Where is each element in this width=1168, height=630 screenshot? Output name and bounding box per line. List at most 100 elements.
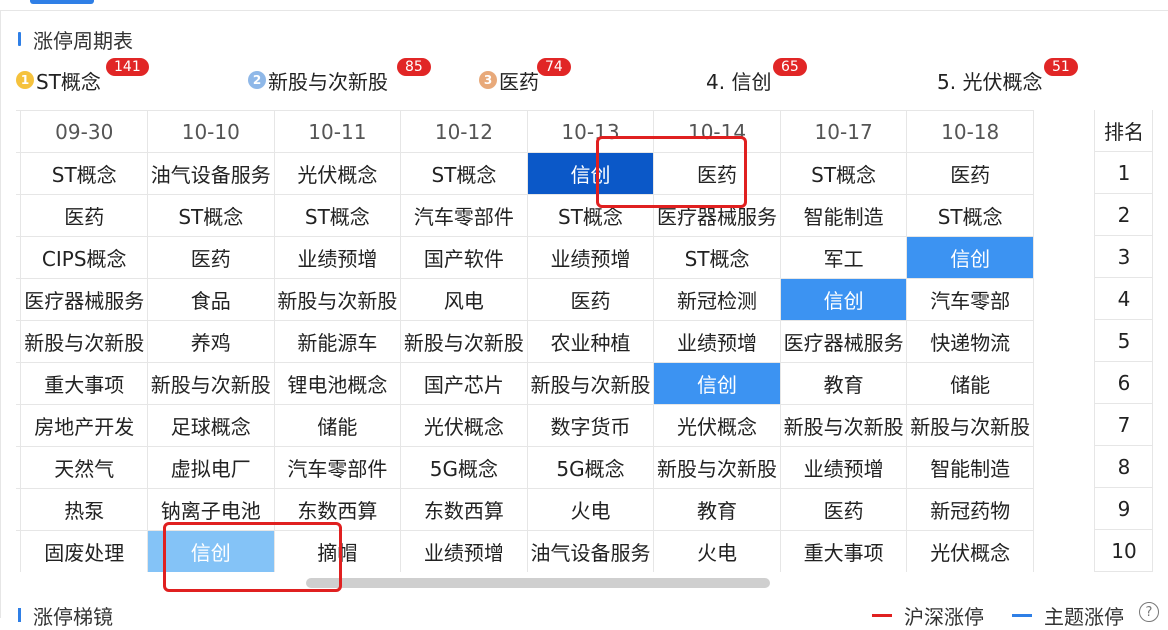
theme-cell[interactable]: 汽车零部件 [400, 194, 528, 237]
theme-cell[interactable]: 新冠药物 [906, 488, 1034, 531]
rank-number: 8 [1095, 446, 1153, 488]
theme-cell[interactable]: 医药 [906, 152, 1034, 195]
theme-cell[interactable]: 火电 [526, 488, 655, 531]
theme-cell[interactable]: ST概念 [147, 194, 275, 237]
theme-cell[interactable]: 油气设备服务 [526, 530, 655, 572]
topic-label: 新股与次新股 [268, 69, 388, 94]
topic-label: 4. 信创 [706, 69, 772, 94]
theme-cell[interactable]: 东数西算 [400, 488, 528, 531]
theme-cell[interactable]: 足球概念 [147, 404, 275, 447]
theme-cell[interactable]: 火电 [653, 530, 781, 572]
theme-cell[interactable]: 业绩预增 [526, 236, 655, 279]
theme-cell[interactable]: 医疗器械服务 [779, 320, 908, 363]
theme-cell[interactable]: 重大事项 [20, 362, 149, 405]
theme-cell[interactable]: 储能 [273, 404, 402, 447]
theme-cell[interactable]: 食品 [147, 278, 275, 321]
theme-cell[interactable]: 锂电池概念 [273, 362, 402, 405]
legend-item[interactable]: 主题涨停 [1012, 600, 1124, 630]
theme-cell[interactable]: 业绩预增 [400, 530, 528, 572]
theme-cell[interactable]: 养鸡 [147, 320, 275, 363]
rank-medal-icon: 1 [16, 71, 34, 89]
help-icon[interactable]: ? [1139, 602, 1159, 622]
cycle-table-viewport[interactable]: 09-30 10-10 10-11 10-12 10-13 10-14 10-17 10-18… [16, 110, 1094, 572]
rank-number: 2 [1095, 194, 1153, 236]
theme-cell[interactable]: 风电 [400, 278, 528, 321]
theme-cell[interactable]: 光伏概念 [400, 404, 528, 447]
theme-cell[interactable]: ST概念 [779, 152, 908, 195]
annotation-highlight-box [163, 522, 342, 592]
theme-cell[interactable]: 光伏概念 [653, 404, 781, 447]
topic-item[interactable]: 2 新股与次新股 [248, 62, 388, 98]
theme-cell[interactable]: 教育 [779, 362, 908, 405]
date-header-cell: 10-18 [906, 110, 1034, 153]
theme-cell[interactable]: 重大事项 [779, 530, 908, 572]
theme-cell[interactable]: 医药 [147, 236, 275, 279]
rank-number: 6 [1095, 362, 1153, 404]
theme-cell[interactable]: 新能源车 [273, 320, 402, 363]
table-row: 件天然气虚拟电厂汽车零部件5G概念5G概念新股与次新股业绩预增智能制造 [16, 446, 1034, 489]
topic-item[interactable]: 4. 信创 [706, 62, 771, 98]
theme-cell[interactable]: 医药 [20, 194, 149, 237]
topic-item[interactable]: 5. 光伏概念 [937, 62, 1042, 98]
theme-cell[interactable]: 智能制造 [906, 446, 1034, 489]
theme-cell[interactable]: CIPS概念 [20, 236, 149, 279]
theme-cell[interactable]: 国产芯片 [400, 362, 528, 405]
theme-cell[interactable]: ST概念 [20, 152, 149, 195]
theme-cell[interactable]: 新股与次新股 [906, 404, 1034, 447]
rank-number: 3 [1095, 236, 1153, 278]
panel-border [0, 10, 1, 618]
theme-cell[interactable]: ST概念 [906, 194, 1034, 237]
theme-cell[interactable]: 房地产开发 [20, 404, 149, 447]
theme-cell[interactable]: 新股与次新股 [526, 362, 655, 405]
theme-cell[interactable]: 热泵 [20, 488, 149, 531]
theme-cell[interactable]: 医药 [526, 278, 655, 321]
theme-cell[interactable]: 新股与次新股 [273, 278, 402, 321]
theme-cell[interactable]: 军工 [779, 236, 908, 279]
theme-cell[interactable]: 教育 [653, 488, 781, 531]
theme-cell[interactable]: 固废处理 [20, 530, 149, 572]
legend-item[interactable]: 沪深涨停 [872, 600, 984, 630]
topic-count-badge: 85 [397, 58, 431, 76]
theme-cell[interactable]: 信创 [779, 278, 908, 321]
theme-cell[interactable]: 医药 [779, 488, 908, 531]
theme-cell[interactable]: 信创 [906, 236, 1034, 279]
theme-cell[interactable]: 5G概念 [400, 446, 528, 489]
theme-cell[interactable]: 虚拟电厂 [147, 446, 275, 489]
theme-cell[interactable]: 光伏概念 [273, 152, 402, 195]
theme-cell[interactable]: 业绩预增 [653, 320, 781, 363]
date-header-cell: 10-17 [779, 110, 908, 153]
theme-cell[interactable]: ST概念 [400, 152, 528, 195]
theme-cell[interactable]: 医疗器械服务 [20, 278, 149, 321]
theme-cell[interactable]: ST概念 [273, 194, 402, 237]
theme-cell[interactable]: 新股与次新股 [20, 320, 149, 363]
scrollbar-thumb[interactable] [306, 578, 770, 588]
theme-cell[interactable]: 信创 [653, 362, 781, 405]
theme-cell[interactable]: 新冠检测 [653, 278, 781, 321]
theme-cell[interactable]: 汽车零部 [906, 278, 1034, 321]
topic-item[interactable]: 1 ST概念 [16, 62, 101, 98]
theme-cell[interactable]: 农业种植 [526, 320, 655, 363]
theme-cell[interactable]: 汽车零部件 [273, 446, 402, 489]
date-header-cell: 09-30 [20, 110, 149, 153]
theme-cell[interactable]: 新股与次新股 [147, 362, 275, 405]
theme-cell[interactable]: 5G概念 [526, 446, 655, 489]
theme-cell[interactable]: 国产软件 [400, 236, 528, 279]
theme-cell[interactable]: 业绩预增 [779, 446, 908, 489]
theme-cell[interactable]: 油气设备服务 [147, 152, 275, 195]
theme-cell[interactable]: 储能 [906, 362, 1034, 405]
theme-cell[interactable]: 新股与次新股 [400, 320, 528, 363]
theme-cell[interactable]: 天然气 [20, 446, 149, 489]
theme-cell[interactable]: 光伏概念 [906, 530, 1034, 572]
theme-cell[interactable]: 新股与次新股 [653, 446, 781, 489]
theme-cell[interactable]: ST概念 [653, 236, 781, 279]
theme-cell[interactable]: 业绩预增 [273, 236, 402, 279]
theme-cell[interactable]: 数字货币 [526, 404, 655, 447]
top-tab-button[interactable] [30, 0, 94, 4]
rank-column: 排名 1 2 3 4 5 6 7 8 9 10 [1094, 110, 1153, 572]
theme-cell[interactable]: 智能制造 [779, 194, 908, 237]
theme-cell[interactable]: 快递物流 [906, 320, 1034, 363]
topic-item[interactable]: 3 医药 [479, 62, 539, 98]
theme-cell[interactable]: 新股与次新股 [779, 404, 908, 447]
cycle-table: 09-30 10-10 10-11 10-12 10-13 10-14 10-17 10-18… [16, 110, 1034, 572]
topic-count-badge: 141 [106, 58, 149, 76]
